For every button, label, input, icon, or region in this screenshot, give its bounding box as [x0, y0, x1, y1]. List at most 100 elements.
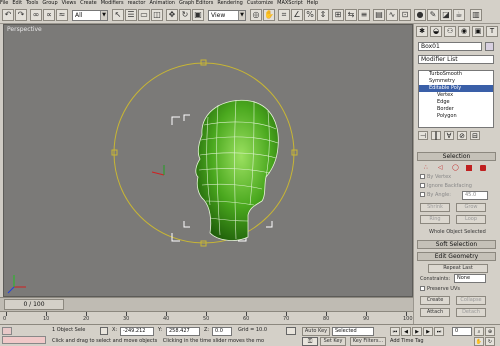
perspective-viewport[interactable]: Perspective	[3, 24, 413, 297]
key-set-dropdown[interactable]: Selected	[332, 327, 374, 336]
z-coordinate-field[interactable]: 0.0	[212, 327, 232, 336]
percent-snap-icon[interactable]: %	[304, 9, 316, 21]
preserve-uvs-option[interactable]: Preserve UVs	[420, 286, 460, 292]
create-button[interactable]: Create	[420, 296, 450, 305]
render-type-icon[interactable]: ▥	[470, 9, 482, 21]
menu-create[interactable]: Create	[80, 0, 97, 6]
time-slider-thumb[interactable]: 0 / 100	[4, 299, 64, 310]
select-and-rotate-icon[interactable]: ↻	[179, 9, 191, 21]
quick-render-icon[interactable]: ☕	[453, 9, 465, 21]
object-name-field[interactable]: Box01	[418, 42, 482, 51]
motion-tab-icon[interactable]: ◉	[458, 26, 470, 37]
maxscript-listener-icon[interactable]	[2, 327, 12, 335]
bind-space-warp-icon[interactable]: ≈	[56, 9, 68, 21]
select-and-move-icon[interactable]: ✥	[166, 9, 178, 21]
layer-manager-icon[interactable]: ▤	[373, 9, 385, 21]
gizmo-handle-right[interactable]	[291, 149, 298, 156]
menu-graph-editors[interactable]: Graph Editors	[179, 0, 213, 6]
utilities-tab-icon[interactable]: T	[486, 26, 498, 37]
zoom-icon[interactable]: ⌕	[474, 327, 484, 336]
stack-item-turbosmooth[interactable]: TurboSmooth	[419, 71, 493, 78]
display-tab-icon[interactable]: ▣	[472, 26, 484, 37]
collapse-button[interactable]: Collapse	[456, 296, 486, 305]
selection-filter-dropdown[interactable]: All ▼	[72, 10, 108, 21]
menu-help[interactable]: Help	[307, 0, 318, 6]
zoom-all-icon[interactable]: ⊕	[485, 327, 495, 336]
render-frame-icon[interactable]: ◪	[440, 9, 452, 21]
ring-button[interactable]: Ring	[420, 215, 450, 224]
reference-coordinate-dropdown[interactable]: View ▼	[208, 10, 246, 21]
maxscript-mini-listener[interactable]	[2, 336, 46, 344]
stack-item-vertex[interactable]: Vertex	[419, 92, 493, 99]
material-editor-icon[interactable]: ●	[414, 9, 426, 21]
spinner-snap-icon[interactable]: ⇕	[317, 9, 329, 21]
grow-button[interactable]: Grow	[456, 203, 486, 212]
menu-maxscript[interactable]: MAXScript	[277, 0, 303, 6]
set-key-button[interactable]: Set Key	[320, 337, 346, 346]
menu-tools[interactable]: Tools	[26, 0, 38, 6]
modifier-stack[interactable]: TurboSmooth Symmetry Editable Poly Verte…	[418, 70, 494, 128]
stack-item-border[interactable]: Border	[419, 106, 493, 113]
stack-item-editable-poly[interactable]: Editable Poly	[419, 85, 493, 92]
object-color-swatch[interactable]	[485, 42, 494, 51]
make-unique-icon[interactable]: ∀	[444, 131, 454, 140]
modifier-list-dropdown[interactable]: Modifier List	[418, 55, 494, 64]
element-mode-icon[interactable]	[480, 165, 486, 171]
selection-region-icon[interactable]: ▭	[138, 9, 150, 21]
mirror-icon[interactable]: ⇆	[345, 9, 357, 21]
stack-item-symmetry[interactable]: Symmetry	[419, 78, 493, 85]
detach-button[interactable]: Detach	[456, 308, 486, 317]
menu-customize[interactable]: Customize	[247, 0, 273, 6]
previous-frame-icon[interactable]: ◀	[401, 327, 411, 336]
polygon-mode-icon[interactable]	[466, 165, 472, 171]
menu-reactor[interactable]: reactor	[128, 0, 146, 6]
gizmo-handle-bottom[interactable]	[200, 240, 207, 247]
create-tab-icon[interactable]: ✱	[416, 26, 428, 37]
pivot-center-icon[interactable]: ◎	[250, 9, 262, 21]
stack-item-edge[interactable]: Edge	[419, 99, 493, 106]
show-end-result-icon[interactable]: ║	[431, 131, 441, 140]
snap-toggle-icon[interactable]: ⌗	[278, 9, 290, 21]
menu-animation[interactable]: Animation	[149, 0, 175, 6]
named-selection-icon[interactable]: ⊞	[332, 9, 344, 21]
loop-button[interactable]: Loop	[456, 215, 486, 224]
set-key-icon[interactable]: ⚿	[302, 337, 318, 346]
play-icon[interactable]: ▶	[412, 327, 422, 336]
x-coordinate-field[interactable]: -249.212	[120, 327, 154, 336]
repeat-last-button[interactable]: Repeat Last	[428, 264, 488, 273]
menu-rendering[interactable]: Rendering	[217, 0, 243, 6]
lock-selection-icon[interactable]	[100, 327, 108, 335]
curve-editor-icon[interactable]: ∿	[386, 9, 398, 21]
soft-selection-rollout-header[interactable]: Soft Selection	[417, 240, 496, 249]
track-bar[interactable]: 0 10 20 30 40 50 60 70 80 90 100	[0, 311, 413, 324]
arc-rotate-icon[interactable]: ↻	[485, 337, 495, 346]
menu-group[interactable]: Group	[42, 0, 57, 6]
gizmo-handle-top[interactable]	[200, 59, 207, 66]
key-filters-button[interactable]: Key Filters...	[350, 337, 386, 346]
by-angle-field[interactable]: 45.0	[462, 191, 488, 200]
redo-icon[interactable]: ↷	[15, 9, 27, 21]
y-coordinate-field[interactable]: 258.427	[166, 327, 200, 336]
attach-button[interactable]: Attach	[420, 308, 450, 317]
shrink-button[interactable]: Shrink	[420, 203, 450, 212]
go-to-start-icon[interactable]: ⏮	[390, 327, 400, 336]
border-mode-icon[interactable]: ◯	[452, 164, 459, 171]
schematic-view-icon[interactable]: ⊡	[399, 9, 411, 21]
render-setup-icon[interactable]: ✎	[427, 9, 439, 21]
link-icon[interactable]: ∞	[30, 9, 42, 21]
modify-tab-icon[interactable]: ◒	[430, 26, 442, 37]
manipulate-icon[interactable]: ✋	[263, 9, 275, 21]
menu-edit[interactable]: Edit	[12, 0, 22, 6]
time-slider-bar[interactable]: 0 / 100	[0, 297, 413, 311]
menu-file[interactable]: File	[0, 0, 8, 6]
hierarchy-tab-icon[interactable]: ⚇	[444, 26, 456, 37]
selection-rollout-header[interactable]: Selection	[417, 152, 496, 161]
vertex-mode-icon[interactable]: ∴	[424, 164, 428, 171]
head-mesh[interactable]	[195, 99, 279, 241]
unlink-icon[interactable]: ∝	[43, 9, 55, 21]
add-time-tag[interactable]: Add Time Tag	[390, 337, 424, 346]
menu-modifiers[interactable]: Modifiers	[101, 0, 124, 6]
align-icon[interactable]: ≡	[358, 9, 370, 21]
configure-sets-icon[interactable]: ⊟	[470, 131, 480, 140]
pan-icon[interactable]: ✋	[474, 337, 484, 346]
